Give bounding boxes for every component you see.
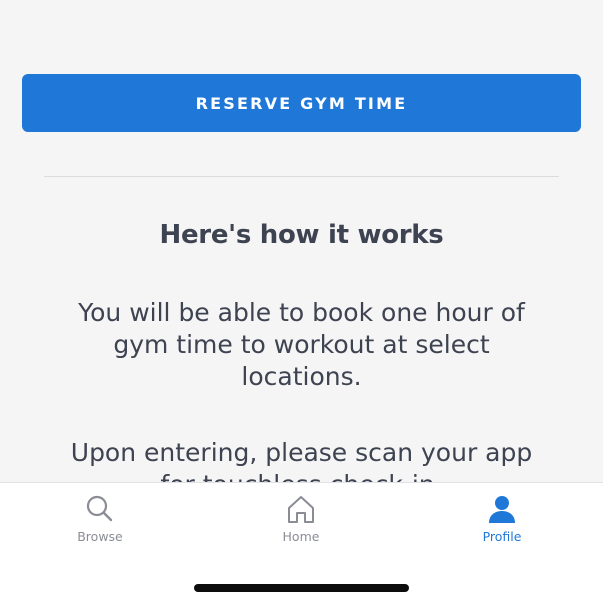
home-indicator[interactable] [194,584,409,592]
main-content: RESERVE GYM TIME Here's how it works You… [0,0,603,482]
tab-profile[interactable]: Profile [447,493,557,555]
info-paragraph-booking: You will be able to book one hour of gym… [78,298,525,391]
tab-browse-label: Browse [77,529,123,544]
tab-profile-label: Profile [482,529,522,544]
home-icon [288,496,314,523]
tab-home[interactable]: Home [246,493,356,555]
how-it-works-heading: Here's how it works [159,220,444,250]
search-icon [86,495,113,522]
app-screen: RESERVE GYM TIME Here's how it works You… [0,0,603,604]
divider [44,176,559,177]
tab-home-label: Home [282,529,320,544]
reserve-gym-time-button[interactable]: RESERVE GYM TIME [22,74,581,132]
tab-browse[interactable]: Browse [45,493,155,555]
profile-icon [489,496,515,523]
info-paragraph-check-in: Upon entering, please scan your app for … [70,438,533,482]
